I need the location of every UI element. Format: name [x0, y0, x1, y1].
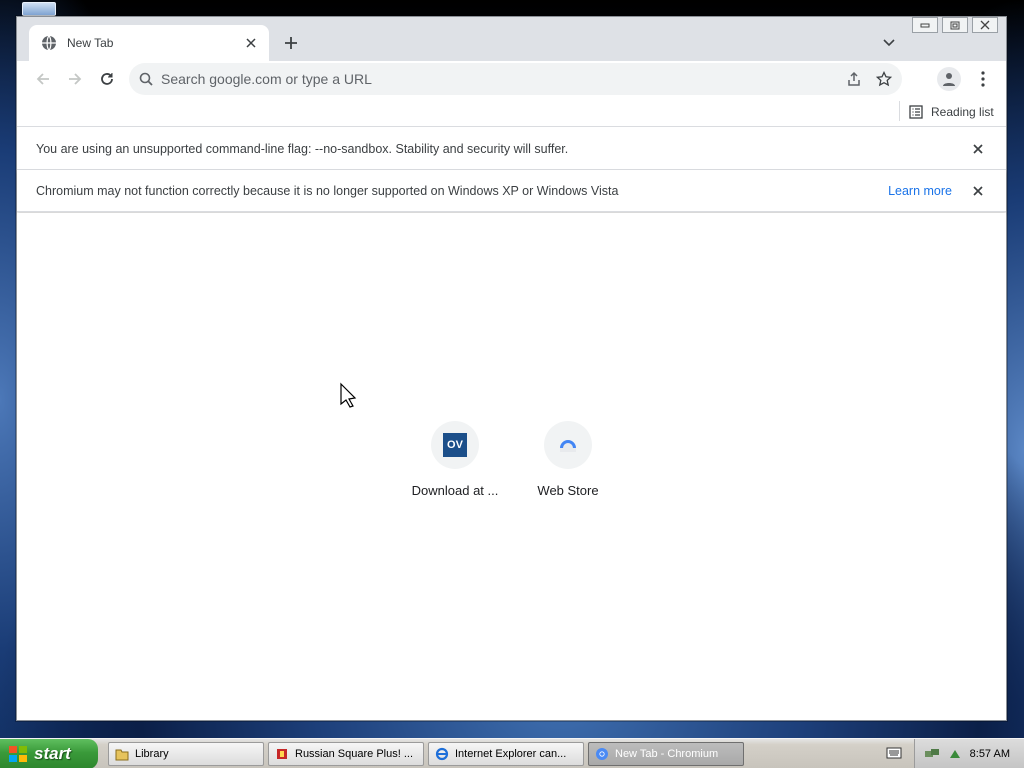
network-icon[interactable]	[924, 747, 940, 761]
web-store-icon	[560, 440, 576, 452]
back-button[interactable]	[29, 65, 57, 93]
shortcut-label: Web Store	[537, 483, 599, 498]
toolbar: Search google.com or type a URL	[17, 61, 1006, 97]
forward-button[interactable]	[61, 65, 89, 93]
shortcut-tile[interactable]: OV Download at ...	[399, 421, 511, 498]
infobar-message: You are using an unsupported command-lin…	[36, 141, 569, 156]
taskbar-item-label: Library	[135, 748, 169, 760]
chromium-icon	[596, 748, 608, 760]
plus-icon	[285, 37, 297, 49]
person-icon	[943, 73, 955, 86]
search-icon	[139, 72, 153, 86]
arrow-right-icon	[69, 73, 82, 85]
menu-button[interactable]	[973, 67, 993, 91]
folder-icon	[115, 749, 129, 761]
windows-flag-icon	[9, 746, 27, 762]
infobar-close-button[interactable]	[970, 141, 986, 157]
infobar-unsupported-os: Chromium may not function correctly beca…	[17, 170, 1006, 212]
ov-logo-icon: OV	[443, 433, 467, 457]
mouse-cursor-icon	[340, 382, 357, 408]
window-controls	[912, 17, 998, 33]
infobar-message: Chromium may not function correctly beca…	[36, 183, 619, 198]
shortcut-tile[interactable]: Web Store	[512, 421, 624, 498]
new-tab-page: OV Download at ... Web Store	[17, 213, 1006, 720]
more-vert-icon	[981, 71, 985, 87]
reading-list-button[interactable]: Reading list	[909, 101, 994, 123]
reload-icon	[101, 73, 113, 85]
start-label: start	[34, 744, 71, 763]
tab-title: New Tab	[67, 36, 114, 50]
learn-more-link[interactable]: Learn more	[888, 184, 952, 198]
taskbar-item-label: Internet Explorer can...	[455, 748, 567, 760]
profile-button[interactable]	[937, 67, 961, 91]
close-window-button[interactable]	[972, 17, 998, 33]
taskbar-item-russian-square[interactable]: Russian Square Plus! ...	[268, 742, 424, 766]
infobar-close-button[interactable]	[970, 183, 986, 199]
reading-list-label: Reading list	[931, 105, 994, 119]
safely-remove-icon[interactable]	[948, 747, 962, 761]
tab-search-button[interactable]	[879, 33, 899, 53]
shortcut-icon-circle	[544, 421, 592, 469]
infobar-no-sandbox: You are using an unsupported command-lin…	[17, 128, 1006, 170]
arrow-left-icon	[36, 73, 49, 85]
taskbar-item-label: Russian Square Plus! ...	[295, 748, 414, 760]
restore-icon	[950, 21, 960, 29]
minimize-button[interactable]	[912, 17, 938, 33]
restore-button[interactable]	[942, 17, 968, 33]
ie-icon	[435, 747, 449, 761]
keyboard-icon[interactable]	[886, 746, 902, 760]
bookmark-star-icon[interactable]	[876, 71, 892, 87]
chevron-down-icon	[883, 39, 895, 47]
game-icon	[277, 749, 287, 759]
minimize-icon	[920, 23, 930, 28]
browser-window: New Tab Search google.com or type a URL …	[16, 16, 1007, 721]
omnibox-placeholder[interactable]: Search google.com or type a URL	[161, 71, 846, 87]
bookmarks-separator	[899, 101, 900, 121]
tab-strip: New Tab	[17, 17, 1006, 61]
shortcut-icon-circle: OV	[431, 421, 479, 469]
taskbar-item-library[interactable]: Library	[108, 742, 264, 766]
close-icon	[973, 185, 983, 196]
globe-icon	[42, 35, 56, 51]
reload-button[interactable]	[93, 65, 121, 93]
reading-list-icon	[909, 105, 923, 119]
desktop-icon[interactable]	[22, 2, 56, 16]
close-tab-icon[interactable]	[243, 35, 259, 51]
close-icon	[973, 143, 983, 154]
start-button[interactable]: start	[0, 739, 98, 768]
clock: 8:57 AM	[969, 748, 1010, 760]
taskbar-item-chromium[interactable]: New Tab - Chromium	[588, 742, 744, 766]
tab-new-tab[interactable]: New Tab	[29, 25, 269, 61]
new-tab-button[interactable]	[281, 33, 301, 53]
bookmarks-bar: Reading list	[17, 97, 1006, 127]
taskbar-item-internet-explorer[interactable]: Internet Explorer can...	[428, 742, 584, 766]
share-icon[interactable]	[846, 71, 862, 87]
taskbar: start Library Russian Square Plus! ... I…	[0, 738, 1024, 768]
close-icon	[980, 20, 990, 30]
omnibox[interactable]: Search google.com or type a URL	[129, 63, 902, 95]
shortcut-label: Download at ...	[411, 483, 499, 498]
taskbar-item-label: New Tab - Chromium	[615, 748, 719, 760]
system-tray: 8:57 AM	[914, 739, 1024, 768]
